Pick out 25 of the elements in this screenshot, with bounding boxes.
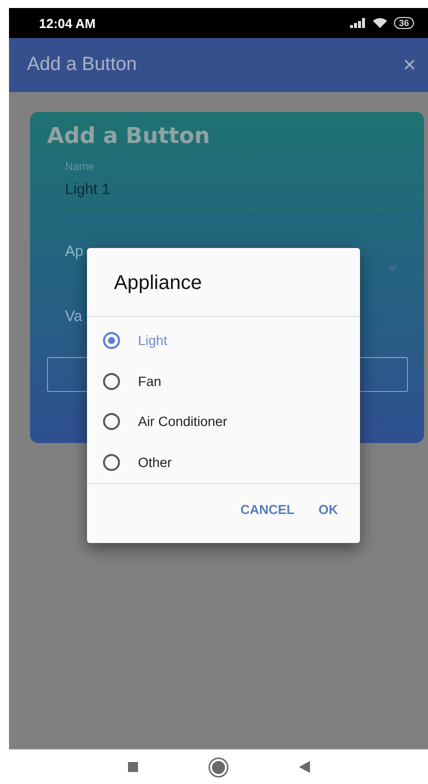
- card-title: Add a Button: [47, 124, 210, 149]
- dropdown-icon: [388, 266, 398, 272]
- close-button[interactable]: ×: [399, 52, 420, 78]
- option-label[interactable]: Light: [138, 332, 168, 348]
- radio-button[interactable]: [103, 372, 120, 390]
- wifi-icon: [372, 17, 388, 29]
- dialog-title: Appliance: [87, 248, 360, 317]
- name-field[interactable]: Name Light 1: [65, 161, 408, 209]
- recents-icon[interactable]: [128, 762, 138, 772]
- cancel-button[interactable]: CANCEL: [232, 496, 302, 523]
- back-icon[interactable]: [298, 761, 310, 773]
- option-label[interactable]: Other: [138, 455, 172, 470]
- signal-icon: [350, 18, 366, 28]
- field-label: Va: [65, 308, 82, 325]
- status-time: 12:04 AM: [39, 16, 96, 30]
- battery-icon: 36: [394, 17, 414, 29]
- radio-button[interactable]: [103, 454, 120, 472]
- home-icon[interactable]: [210, 758, 226, 776]
- radio-button[interactable]: [103, 332, 120, 349]
- option-label[interactable]: Air Conditioner: [138, 414, 228, 430]
- field-label: Ap: [65, 243, 84, 260]
- app-bar-title: Add a Button: [27, 54, 137, 76]
- radio-button[interactable]: [103, 413, 120, 430]
- ok-button[interactable]: OK: [310, 496, 346, 523]
- option-label[interactable]: Fan: [138, 374, 162, 389]
